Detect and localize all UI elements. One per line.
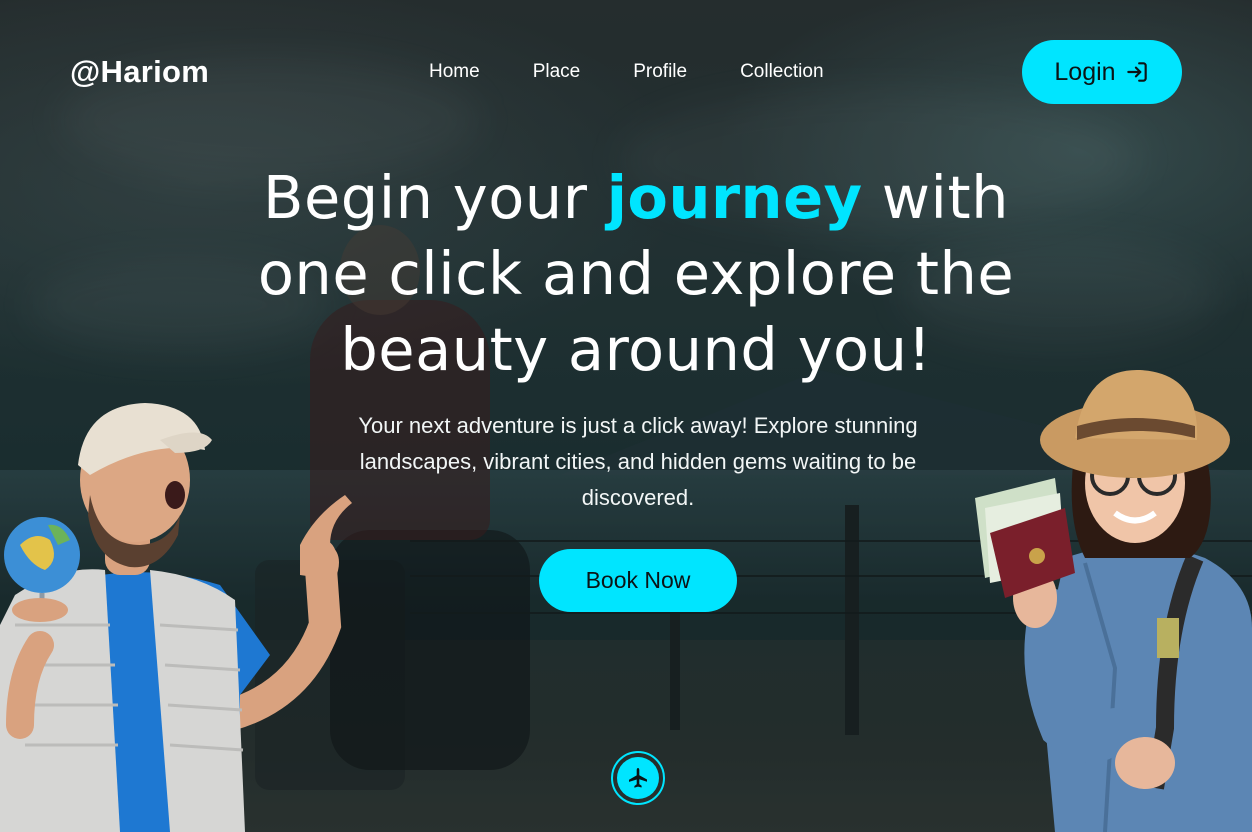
login-arrow-icon <box>1126 62 1147 82</box>
brand-logo[interactable]: @Hariom <box>70 54 209 90</box>
nav-item-collection[interactable]: Collection <box>740 61 823 83</box>
hero-subtext: Your next adventure is just a click away… <box>358 413 918 510</box>
book-now-button[interactable]: Book Now <box>539 549 737 612</box>
headline-part-1: Begin your <box>263 163 607 232</box>
login-button-label: Login <box>1054 57 1116 86</box>
nav-item-home[interactable]: Home <box>429 61 480 83</box>
main-nav: Home Place Profile Collection <box>429 61 824 83</box>
airplane-icon <box>629 768 647 788</box>
book-now-label: Book Now <box>585 567 691 593</box>
nav-item-profile[interactable]: Profile <box>633 61 687 83</box>
login-button[interactable]: Login <box>1022 40 1182 104</box>
man-with-globe-image <box>0 403 352 832</box>
scroll-down-button[interactable] <box>611 751 665 805</box>
headline-accent: journey <box>606 163 863 232</box>
hero-headline: Begin your journey with one click and ex… <box>200 160 1072 388</box>
woman-with-passport-image <box>975 369 1252 832</box>
nav-item-place[interactable]: Place <box>533 61 581 83</box>
